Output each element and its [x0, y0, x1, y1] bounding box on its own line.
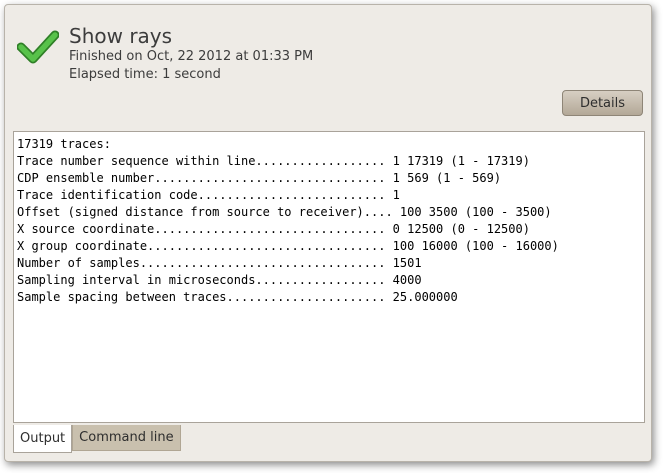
output-line: Sample spacing between traces...........…	[17, 290, 458, 304]
output-line: CDP ensemble number.....................…	[17, 171, 502, 185]
output-line: Trace number sequence within line.......…	[17, 154, 530, 168]
output-line: X source coordinate.....................…	[17, 222, 530, 236]
output-text: 17319 traces: Trace number sequence with…	[17, 136, 644, 306]
checkmark-icon	[17, 30, 59, 64]
tab-output[interactable]: Output	[13, 425, 73, 453]
output-line: Sampling interval in microseconds.......…	[17, 273, 422, 287]
tab-command-line[interactable]: Command line	[72, 425, 181, 451]
job-result-dialog: Show rays Finished on Oct, 22 2012 at 01…	[4, 4, 652, 462]
output-line: X group coordinate......................…	[17, 239, 559, 253]
output-line: Trace identification code...............…	[17, 188, 400, 202]
details-button[interactable]: Details	[562, 90, 643, 116]
bottom-tabs: Output Command line	[13, 425, 181, 453]
job-title: Show rays	[69, 24, 173, 48]
output-line: Number of samples.......................…	[17, 256, 422, 270]
output-panel[interactable]: 17319 traces: Trace number sequence with…	[13, 131, 645, 423]
elapsed-time: Elapsed time: 1 second	[69, 67, 221, 82]
output-line: Offset (signed distance from source to r…	[17, 205, 552, 219]
output-line: 17319 traces:	[17, 137, 111, 151]
finished-time: Finished on Oct, 22 2012 at 01:33 PM	[69, 49, 314, 64]
